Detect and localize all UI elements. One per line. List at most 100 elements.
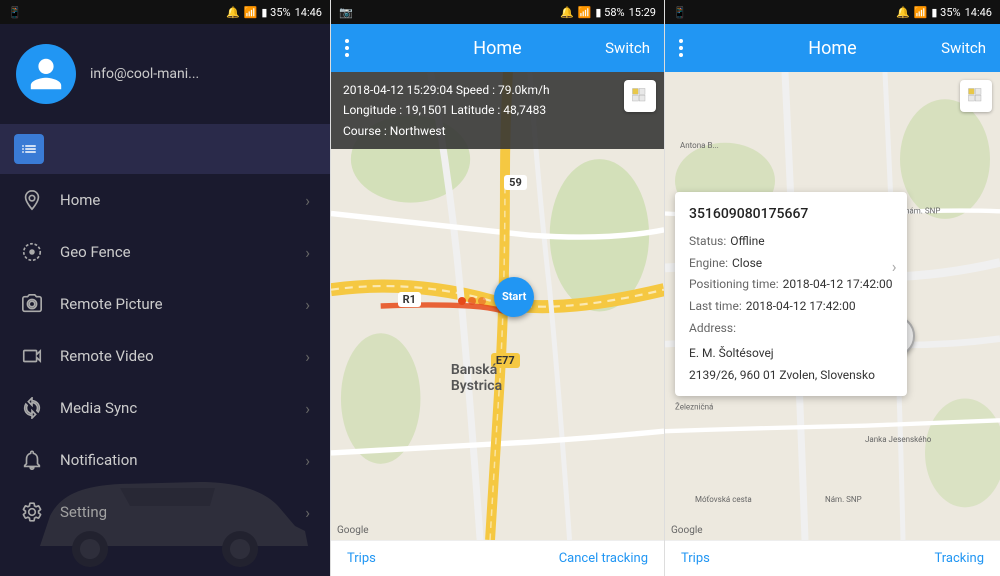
alarm-icon-3: 🔔 [896,6,910,19]
chevron-icon: › [305,191,310,210]
route-dots [458,297,486,305]
camera-status-icon: 📷 [339,6,353,19]
wifi-icon: 📶 [244,6,258,19]
trips-link-2[interactable]: Trips [347,551,376,566]
engine-val: Close [732,253,762,275]
svg-text:Železničná: Železničná [675,400,714,412]
layers-button-3[interactable] [960,80,992,112]
trip-info-bar: 2018-04-12 15:29:04 Speed : 79.0km/h Lon… [331,72,664,149]
menu-divider-icon [14,134,44,164]
address-row: Address: E. M. Šoltésovej2139/26, 960 01… [689,318,893,387]
avatar [16,44,76,104]
chevron-icon-5: › [305,399,310,418]
home-label: Home [60,191,289,209]
app-header-3: Home Switch [665,24,1000,72]
battery-icon-2: ▮ 58% [595,6,624,19]
trips-link-3[interactable]: Trips [681,551,710,566]
city-label: BanskáBystrica [451,362,502,394]
bottom-bar-3: Trips Tracking [665,540,1000,576]
user-email: info@cool-mani... [90,66,199,82]
map-trip-panel: 📷 🔔 📶 ▮ 58% 15:29 Home Switch 2018-04-12… [330,0,665,576]
status-val: Offline [730,231,764,253]
trip-line2: Longitude : 19,1501 Latitude : 48,7483 [343,100,652,120]
last-key: Last time: [689,296,742,318]
remote-picture-label: Remote Picture [60,295,289,313]
engine-key: Engine: [689,253,728,275]
geo-fence-label: Geo Fence [60,243,289,261]
sidebar-item-geo-fence[interactable]: Geo Fence › [0,226,330,278]
sidebar-item-home[interactable]: Home › [0,174,330,226]
address-key: Address: [689,318,893,340]
menu-header: info@cool-mani... [0,24,330,124]
tracking-link[interactable]: Tracking [934,551,984,566]
start-label: Start [494,277,534,317]
menu-dots-icon-3[interactable] [679,39,683,57]
menu-divider [0,124,330,174]
layers-icon-3 [966,86,986,106]
sidebar-item-remote-picture[interactable]: Remote Picture › [0,278,330,330]
camera-icon [20,292,44,316]
positioning-val: 2018-04-12 17:42:00 [783,274,893,296]
battery-icon: ▮ 35% [261,6,290,19]
switch-button-3[interactable]: Switch [941,39,986,57]
status-bar-3: 📱 🔔 📶 ▮ 35% 14:46 [665,0,1000,24]
chevron-right-icon: › [892,253,897,282]
switch-button-2[interactable]: Switch [605,39,650,57]
svg-text:Nám. SNP: Nám. SNP [825,495,862,505]
chevron-icon-3: › [305,295,310,314]
user-icon [27,55,65,93]
engine-row[interactable]: Engine: Close › [689,253,893,275]
svg-text:nám. SNP: nám. SNP [905,206,940,216]
chevron-icon-4: › [305,347,310,366]
map-area-3[interactable]: 5 mája Janka Jesenského Železničná Móťov… [665,72,1000,540]
map-info-panel: 📱 🔔 📶 ▮ 35% 14:46 Home Switch [665,0,1000,576]
menu-panel: 📱 🔔 📶 ▮ 35% 14:46 info@cool-mani... [0,0,330,576]
list-icon [20,140,38,158]
layers-icon-2 [630,86,650,106]
time-1: 14:46 [295,6,322,19]
road-label-59: 59 [504,175,527,190]
location-icon [20,188,44,212]
signal-icon-2: 📶 [578,6,592,19]
map-background-3: 5 mája Janka Jesenského Železničná Móťov… [665,72,1000,540]
status-key: Status: [689,231,726,253]
cancel-tracking-link[interactable]: Cancel tracking [559,551,648,566]
start-marker: Start [494,277,534,317]
geo-fence-icon [20,240,44,264]
alarm-icon-2: 🔔 [560,6,574,19]
chevron-icon-2: › [305,243,310,262]
media-sync-label: Media Sync [60,399,289,417]
status-left-2: 📷 [339,6,353,19]
menu-dots-icon[interactable] [345,39,349,57]
trip-line1: 2018-04-12 15:29:04 Speed : 79.0km/h [343,80,652,100]
alarm-icon: 🔔 [226,6,240,19]
sync-icon [20,396,44,420]
time-3: 14:46 [965,6,992,19]
layers-button-2[interactable] [624,80,656,112]
sidebar-item-remote-video[interactable]: Remote Video › [0,330,330,382]
trip-line3: Course : Northwest [343,121,652,141]
sidebar-item-media-sync[interactable]: Media Sync › [0,382,330,434]
google-logo-3: Google [671,525,703,536]
svg-text:Janka Jesenského: Janka Jesenského [865,435,932,445]
status-right-2: 🔔 📶 ▮ 58% 15:29 [560,6,656,19]
signal-icon-3: 📶 [914,6,928,19]
video-icon [20,344,44,368]
status-right-3: 🔔 📶 ▮ 35% 14:46 [896,6,992,19]
address-val: E. M. Šoltésovej2139/26, 960 01 Zvolen, … [689,343,893,386]
info-popup: 351609080175667 Status: Offline Engine: … [675,192,907,396]
status-right: 🔔 📶 ▮ 35% 14:46 [226,6,322,19]
status-left: 📱 [8,6,22,19]
positioning-row: Positioning time: 2018-04-12 17:42:00 [689,274,893,296]
header-title-3: Home [808,38,856,59]
phone-icon: 📱 [8,6,22,19]
battery-icon-3: ▮ 35% [931,6,960,19]
status-row: Status: Offline [689,231,893,253]
bottom-bar-2: Trips Cancel tracking [331,540,664,576]
car-background [0,446,330,576]
remote-video-label: Remote Video [60,347,289,365]
svg-text:Móťovská cesta: Móťovská cesta [695,494,752,505]
last-time-row: Last time: 2018-04-12 17:42:00 [689,296,893,318]
phone-icon-3: 📱 [673,6,687,19]
positioning-key: Positioning time: [689,274,779,296]
